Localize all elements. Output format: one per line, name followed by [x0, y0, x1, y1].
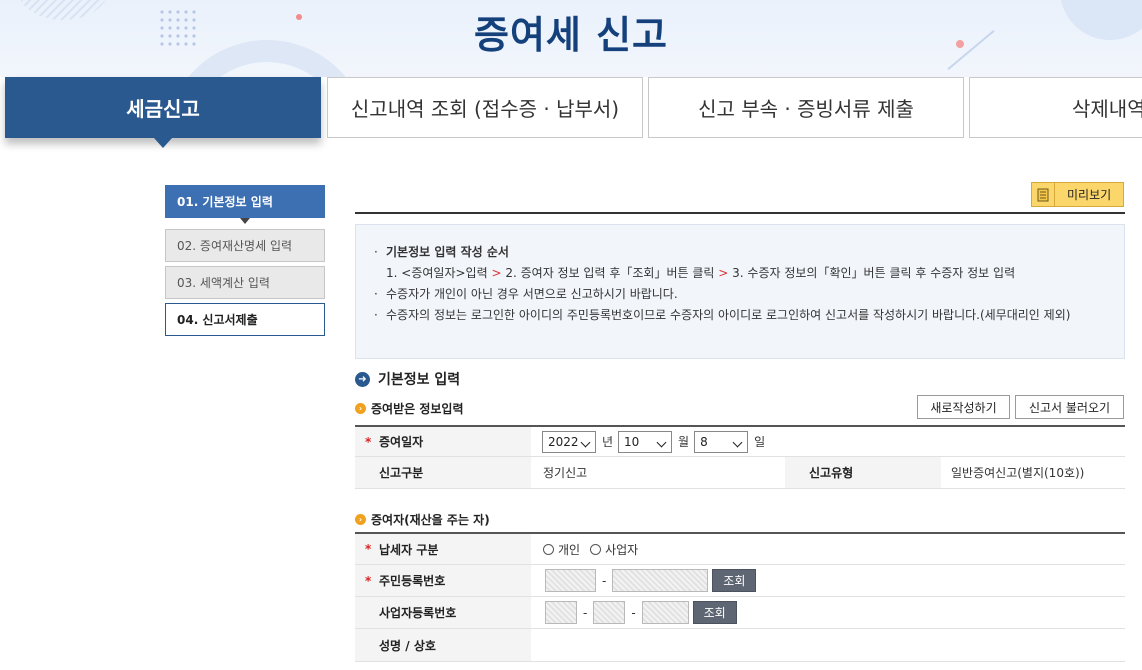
notice-order: 1. <증여일자>입력 > 2. 증여자 정보 입력 후「조회」버튼 클릭 > …	[374, 263, 1106, 284]
month-unit: 월	[678, 435, 690, 449]
section-title: ➜ 기본정보 입력	[355, 369, 460, 389]
section-title-text: 기본정보 입력	[378, 372, 461, 388]
required-mark: *	[365, 542, 372, 556]
year-unit: 년	[602, 435, 614, 449]
load-form-button[interactable]: 신고서 불러오기	[1015, 395, 1124, 419]
chevron-down-icon	[580, 437, 591, 447]
rrn-front-input[interactable]	[545, 569, 596, 592]
donor-title: › 증여자(재산을 주는 자)	[355, 511, 490, 528]
brn-fields: - - 조회	[545, 597, 737, 628]
day-unit: 일	[754, 435, 766, 449]
dash: -	[631, 605, 636, 620]
step-arrow-icon	[240, 218, 250, 224]
received-info-title-text: 증여받은 정보입력	[371, 402, 464, 416]
page-header: 증여세 신고	[0, 0, 1142, 77]
new-form-button[interactable]: 새로작성하기	[917, 395, 1010, 419]
gift-date-fields: 2022 년 10 월 8 일	[542, 427, 765, 456]
notice-order-step1: 1. <증여일자>입력	[386, 266, 488, 280]
step-submit[interactable]: 04. 신고서제출	[165, 303, 325, 336]
row-brn: 사업자등록번호 - - 조회	[355, 597, 1125, 629]
row-gift-date: * 증여일자 2022 년 10 월 8 일	[355, 425, 1125, 457]
year-value: 2022	[548, 434, 579, 449]
gift-date-label-text: 증여일자	[379, 435, 424, 449]
step-nav: 01. 기본정보 입력 02. 증여재산명세 입력 03. 세액계산 입력 04…	[165, 185, 325, 340]
main-tabs: 세금신고 신고내역 조회 (접수증 · 납부서) 신고 부속 · 증빙서류 제출…	[0, 77, 1142, 139]
document-icon	[1032, 183, 1055, 206]
brn-part3-input[interactable]	[641, 601, 689, 624]
donor-title-text: 증여자(재산을 주는 자)	[371, 513, 490, 527]
divider	[355, 212, 1125, 214]
taxpayer-type-label-text: 납세자 구분	[379, 542, 439, 557]
radio-individual[interactable]	[543, 543, 554, 555]
name-label: 성명 / 상호	[355, 629, 531, 661]
notice-sep: >	[491, 266, 502, 280]
row-name: 성명 / 상호	[355, 629, 1125, 662]
dash: -	[583, 605, 588, 620]
chevron-down-icon	[656, 437, 667, 447]
brn-lookup-button[interactable]: 조회	[692, 601, 737, 624]
preview-button[interactable]: 미리보기	[1031, 182, 1124, 207]
received-info-title: › 증여받은 정보입력	[355, 400, 464, 417]
bullet-arrow-icon: ›	[355, 514, 366, 525]
step-property-detail[interactable]: 02. 증여재산명세 입력	[165, 229, 325, 262]
preview-label: 미리보기	[1067, 188, 1112, 202]
rrn-label-text: 주민등록번호	[379, 574, 446, 588]
rrn-fields: - 조회	[545, 565, 757, 596]
brn-part1-input[interactable]	[545, 601, 577, 624]
notice-line-3: 수증자의 정보는 로그인한 아이디의 주민등록번호이므로 수증자의 아이디로 로…	[386, 308, 1071, 322]
chevron-down-icon	[732, 437, 743, 447]
notice-order-step2: 2. 증여자 정보 입력 후「조회」버튼 클릭	[505, 266, 715, 280]
required-mark: *	[365, 434, 372, 449]
notice-sep: >	[718, 266, 729, 280]
arrow-right-icon: ➜	[355, 371, 370, 387]
gift-date-label: * 증여일자	[355, 427, 531, 456]
active-tab-caret	[154, 138, 172, 148]
brn-label: 사업자등록번호	[355, 597, 531, 628]
required-mark: *	[365, 573, 372, 588]
page-title: 증여세 신고	[473, 13, 669, 57]
step-tax-calc[interactable]: 03. 세액계산 입력	[165, 266, 325, 299]
row-taxpayer-type: * 납세자 구분 개인 사업자	[355, 532, 1125, 565]
taxpayer-type-options: 개인 사업자	[543, 534, 638, 564]
rrn-lookup-button[interactable]: 조회	[712, 569, 757, 592]
tab-filing-history[interactable]: 신고내역 조회 (접수증 · 납부서)	[327, 77, 643, 138]
tab-attachments[interactable]: 신고 부속 · 증빙서류 제출	[648, 77, 964, 138]
filing-kind-value: 일반증여신고(별지(10호))	[951, 466, 1085, 480]
step-basic-info[interactable]: 01. 기본정보 입력	[165, 185, 325, 218]
rrn-back-input[interactable]	[612, 569, 709, 592]
tab-deleted-history[interactable]: 삭제내역	[969, 77, 1142, 138]
rrn-label: * 주민등록번호	[355, 565, 531, 596]
notice-line-2: 수증자가 개인이 아닌 경우 서면으로 신고하시기 바랍니다.	[386, 287, 678, 301]
day-select[interactable]: 8	[694, 430, 749, 453]
month-value: 10	[624, 434, 640, 449]
notice-order-step3: 3. 수증자 정보의「확인」버튼 클릭 후 수증자 정보 입력	[732, 266, 1016, 280]
notice-heading: 기본정보 입력 작성 순서	[386, 245, 509, 259]
bullet-arrow-icon: ›	[355, 403, 366, 414]
filing-kind-label: 신고유형	[785, 457, 941, 488]
brn-part2-input[interactable]	[593, 601, 626, 624]
day-value: 8	[700, 434, 708, 449]
notice-box: · 기본정보 입력 작성 순서 1. <증여일자>입력 > 2. 증여자 정보 입…	[355, 224, 1125, 359]
row-filing-type: 신고구분 정기신고 신고유형 일반증여신고(별지(10호))	[355, 457, 1125, 489]
month-select[interactable]: 10	[618, 430, 673, 453]
radio-business-label[interactable]: 사업자	[605, 541, 638, 558]
tab-tax-filing[interactable]: 세금신고	[5, 77, 321, 138]
row-rrn: * 주민등록번호 - 조회	[355, 565, 1125, 597]
filing-type-label: 신고구분	[355, 457, 531, 488]
dash: -	[602, 573, 607, 588]
radio-business[interactable]	[590, 543, 602, 555]
filing-type-value: 정기신고	[543, 466, 588, 480]
taxpayer-type-label: * 납세자 구분	[355, 534, 531, 564]
radio-individual-label[interactable]: 개인	[558, 541, 580, 558]
year-select[interactable]: 2022	[542, 430, 596, 453]
